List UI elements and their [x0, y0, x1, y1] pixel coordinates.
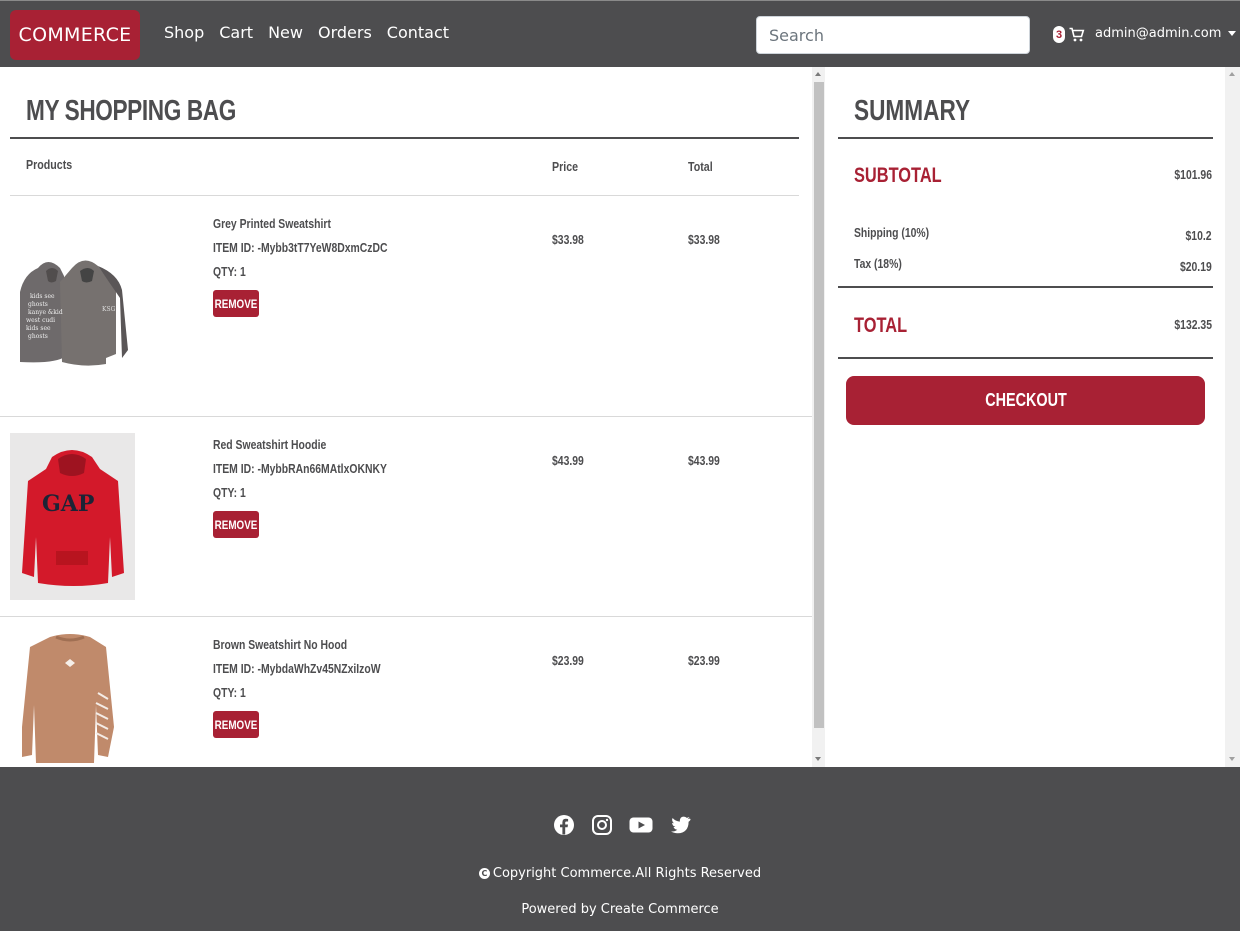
summary-title: SUMMARY: [854, 95, 971, 127]
svg-text:kanye &kid: kanye &kid: [28, 309, 63, 316]
item-id: ITEM ID: -MybdaWhZv45NZxiIzoW: [213, 661, 381, 676]
item-price: $33.98: [552, 232, 584, 247]
item-price: $43.99: [552, 453, 584, 468]
divider: [838, 357, 1213, 359]
divider: [838, 137, 1213, 139]
remove-button[interactable]: REMOVE: [213, 711, 259, 738]
scroll-up-icon[interactable]: [815, 72, 821, 76]
copyright-label: Copyright Commerce.All Rights Reserved: [492, 866, 762, 881]
tax-value: $20.19: [1180, 259, 1212, 274]
nav-link-contact[interactable]: Contact: [387, 23, 449, 42]
item-qty: QTY: 1: [213, 485, 246, 500]
total-label: TOTAL: [854, 314, 908, 337]
bag-title: MY SHOPPING BAG: [26, 95, 236, 127]
summary-panel: SUMMARY SUBTOTAL $101.96 Shipping (10%) …: [825, 67, 1225, 767]
divider: [10, 137, 799, 139]
nav-links: Shop Cart New Orders Contact: [164, 23, 464, 42]
item-name: Red Sweatshirt Hoodie: [213, 437, 327, 452]
copyright-icon: C: [478, 868, 490, 879]
youtube-icon[interactable]: [629, 814, 653, 836]
shipping-value: $10.2: [1185, 228, 1212, 243]
nav-link-shop[interactable]: Shop: [164, 23, 204, 42]
shopping-bag-panel: MY SHOPPING BAG Products Price Total kid…: [0, 67, 812, 767]
item-total: $33.98: [688, 232, 720, 247]
svg-text:KSG: KSG: [102, 306, 116, 313]
navbar: COMMERCE Shop Cart New Orders Contact 3 …: [0, 0, 1240, 67]
footer: C Copyright Commerce.All Rights Reserved …: [0, 767, 1240, 931]
facebook-icon[interactable]: [553, 814, 575, 836]
cart-icon: [1069, 27, 1085, 43]
checkout-button[interactable]: CHECKOUT: [846, 376, 1205, 425]
item-price: $23.99: [552, 653, 584, 668]
cart-item-row: GAP Red Sweatshirt Hoodie ITEM ID: -Mybb…: [0, 417, 812, 617]
product-image-red-hoodie[interactable]: GAP: [10, 433, 135, 600]
scroll-down-icon[interactable]: [815, 757, 821, 761]
svg-text:kids see: kids see: [30, 293, 55, 300]
social-links: [553, 814, 707, 836]
user-menu-dropdown[interactable]: admin@admin.com: [1095, 26, 1237, 41]
powered-by-text: Powered by Create Commerce: [521, 902, 719, 917]
scroll-up-icon[interactable]: [1229, 72, 1235, 76]
nav-link-orders[interactable]: Orders: [318, 23, 372, 42]
svg-text:west cudi: west cudi: [26, 317, 55, 324]
product-image-grey-sweatshirt[interactable]: kids see ghosts kanye &kid west cudi kid…: [10, 223, 135, 390]
item-name: Grey Printed Sweatshirt: [213, 216, 331, 231]
cart-item-row: Brown Sweatshirt No Hood ITEM ID: -Mybda…: [0, 617, 812, 767]
search-input[interactable]: [756, 16, 1030, 54]
nav-link-new[interactable]: New: [268, 23, 303, 42]
cart-item-row: kids see ghosts kanye &kid west cudi kid…: [0, 196, 812, 416]
svg-text:GAP: GAP: [42, 491, 94, 517]
item-qty: QTY: 1: [213, 264, 246, 279]
scroll-down-icon[interactable]: [1229, 757, 1235, 761]
product-image-brown-sweatshirt[interactable]: [10, 633, 135, 763]
remove-button[interactable]: REMOVE: [213, 511, 259, 538]
tax-label: Tax (18%): [854, 256, 902, 271]
chevron-down-icon: [1228, 31, 1237, 36]
item-id: ITEM ID: -MybbRAn66MAtlxOKNKY: [213, 461, 387, 476]
subtotal-value: $101.96: [1174, 167, 1212, 182]
remove-button[interactable]: REMOVE: [213, 290, 259, 317]
instagram-icon[interactable]: [591, 814, 613, 836]
item-qty: QTY: 1: [213, 685, 246, 700]
user-email: admin@admin.com: [1095, 26, 1222, 41]
nav-link-cart[interactable]: Cart: [219, 23, 253, 42]
total-value: $132.35: [1174, 317, 1212, 332]
summary-scrollbar[interactable]: [1225, 67, 1240, 767]
svg-text:ghosts: ghosts: [28, 301, 48, 308]
cart-count-badge: 3: [1053, 26, 1065, 43]
column-header-total: Total: [688, 159, 713, 174]
svg-text:ghosts: ghosts: [28, 333, 48, 340]
item-total: $23.99: [688, 653, 720, 668]
twitter-icon[interactable]: [669, 814, 691, 836]
item-id: ITEM ID: -Mybb3tT7YeW8DxmCzDC: [213, 240, 388, 255]
divider: [838, 286, 1213, 288]
copyright-text: C Copyright Commerce.All Rights Reserved: [0, 866, 1240, 881]
shipping-label: Shipping (10%): [854, 225, 930, 240]
column-header-price: Price: [552, 159, 579, 174]
subtotal-label: SUBTOTAL: [854, 164, 942, 187]
column-header-products: Products: [26, 157, 73, 172]
cart-button[interactable]: 3: [1053, 26, 1085, 43]
bag-scrollbar-thumb[interactable]: [814, 82, 824, 728]
svg-text:kids see: kids see: [26, 325, 51, 332]
item-name: Brown Sweatshirt No Hood: [213, 637, 348, 652]
brand-logo[interactable]: COMMERCE: [10, 10, 140, 60]
item-total: $43.99: [688, 453, 720, 468]
